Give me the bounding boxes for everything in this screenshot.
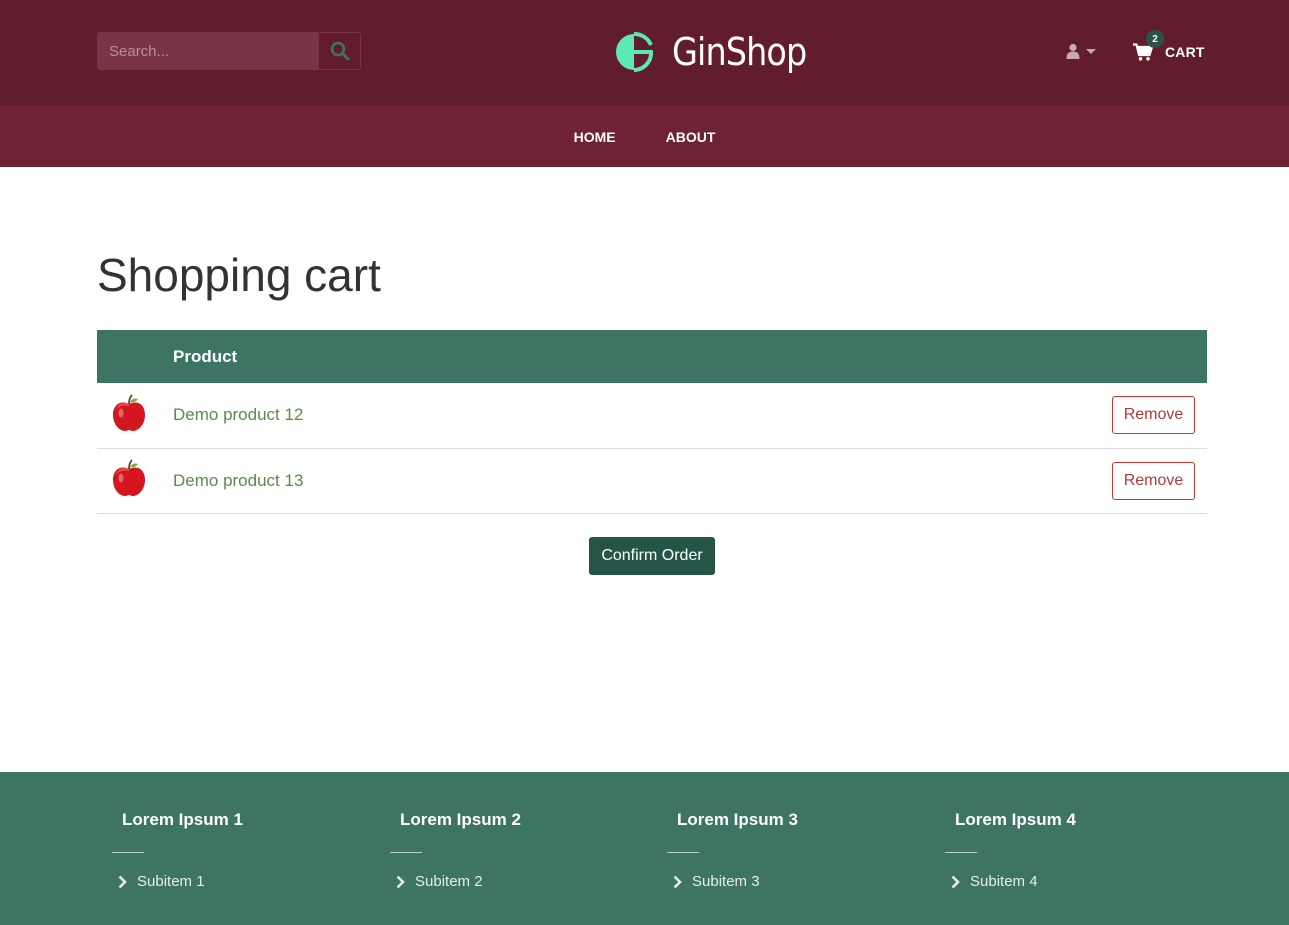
brand[interactable]: GinShop (614, 26, 825, 78)
user-icon (1066, 43, 1080, 59)
column-header-product: Product (173, 346, 238, 366)
column-header-image (97, 330, 173, 383)
product-image-cell (97, 383, 173, 448)
product-name-cell: Demo product 13 (173, 448, 771, 513)
remove-button[interactable]: Remove (1112, 461, 1195, 500)
remove-button[interactable]: Remove (1112, 396, 1195, 435)
product-link[interactable]: Demo product 13 (173, 471, 303, 490)
ginshop-logo-icon (616, 32, 654, 72)
footer-divider (667, 852, 699, 853)
footer-link-label: Subitem 3 (692, 873, 760, 890)
site-footer: Lorem Ipsum 1 Subitem 1 Lorem Ipsum 2 Su… (0, 772, 1289, 925)
apple-icon[interactable] (111, 459, 147, 497)
footer-link[interactable]: Subitem 4 (945, 873, 1205, 890)
chevron-down-icon (1086, 48, 1096, 54)
search-input[interactable] (98, 33, 318, 69)
footer-heading: Lorem Ipsum 3 (677, 810, 798, 829)
footer-link[interactable]: Subitem 1 (112, 873, 372, 890)
product-image-cell (97, 448, 173, 513)
cart-label: CART (1165, 44, 1205, 60)
search-button[interactable] (318, 33, 360, 69)
chevron-right-icon (118, 875, 127, 888)
apple-icon[interactable] (111, 394, 147, 432)
cart-count-badge: 2 (1146, 30, 1164, 48)
footer-link[interactable]: Subitem 3 (667, 873, 927, 890)
footer-heading: Lorem Ipsum 4 (955, 810, 1076, 829)
footer-divider (112, 852, 144, 853)
main-nav: HOME ABOUT (0, 106, 1289, 167)
footer-link[interactable]: Subitem 2 (390, 873, 650, 890)
action-cell: Remove (771, 448, 1207, 513)
search-box (97, 32, 361, 70)
chevron-right-icon (951, 875, 960, 888)
chevron-right-icon (673, 875, 682, 888)
cart-table: Product Demo product 12 Remove Demo prod… (97, 330, 1207, 514)
nav-item-about[interactable]: ABOUT (666, 129, 716, 145)
cart-link[interactable]: 2 CART (1133, 30, 1205, 64)
footer-heading: Lorem Ipsum 2 (400, 810, 521, 829)
brand-name: GinShop (672, 30, 807, 74)
footer-column: Lorem Ipsum 4 Subitem 4 (945, 810, 1205, 890)
footer-link-label: Subitem 1 (137, 873, 205, 890)
table-row: Demo product 13 Remove (97, 448, 1207, 513)
table-row: Demo product 12 Remove (97, 383, 1207, 448)
footer-column: Lorem Ipsum 3 Subitem 3 (667, 810, 927, 890)
product-name-cell: Demo product 12 (173, 383, 771, 448)
user-menu-dropdown[interactable] (1066, 40, 1096, 62)
column-header-actions (771, 330, 1207, 383)
footer-divider (390, 852, 422, 853)
action-cell: Remove (771, 383, 1207, 448)
table-header-row: Product (97, 330, 1207, 383)
page-title: Shopping cart (97, 249, 381, 301)
chevron-right-icon (396, 875, 405, 888)
search-icon (330, 41, 349, 61)
footer-heading: Lorem Ipsum 1 (122, 810, 243, 829)
footer-column: Lorem Ipsum 2 Subitem 2 (390, 810, 650, 890)
confirm-order-button[interactable]: Confirm Order (589, 537, 715, 575)
product-link[interactable]: Demo product 12 (173, 405, 303, 424)
footer-link-label: Subitem 4 (970, 873, 1038, 890)
footer-link-label: Subitem 2 (415, 873, 483, 890)
nav-item-home[interactable]: HOME (574, 129, 616, 145)
footer-column: Lorem Ipsum 1 Subitem 1 (112, 810, 372, 890)
top-header: GinShop 2 CART (0, 0, 1289, 106)
footer-divider (945, 852, 977, 853)
